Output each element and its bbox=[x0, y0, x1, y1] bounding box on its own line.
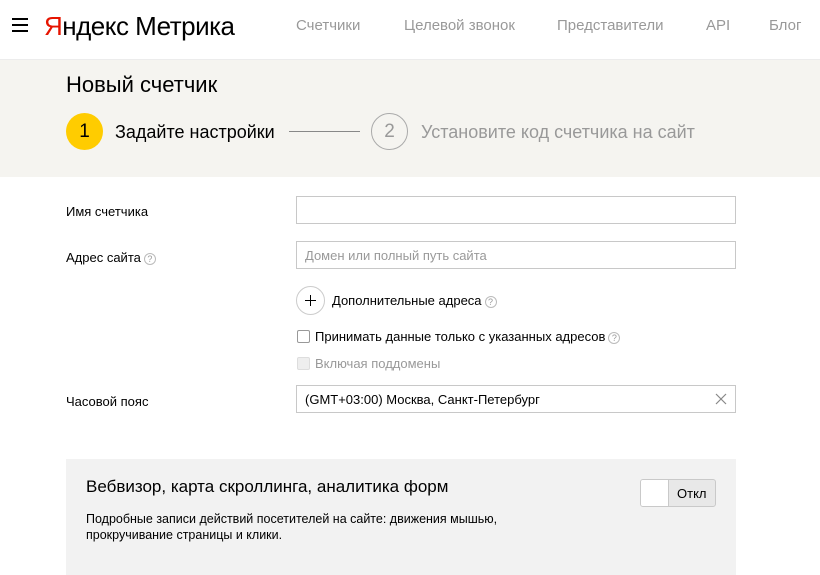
nav-blog[interactable]: Блог bbox=[769, 17, 801, 34]
only-specified-label[interactable]: Принимать данные только с указанных адре… bbox=[315, 329, 621, 344]
step-2-badge: 2 bbox=[371, 113, 408, 150]
toggle-knob bbox=[641, 480, 669, 506]
counter-name-input[interactable] bbox=[296, 196, 736, 224]
help-icon[interactable]: ? bbox=[484, 295, 497, 308]
timezone-select[interactable]: (GMT+03:00) Москва, Санкт-Петербург bbox=[296, 385, 736, 413]
help-icon[interactable]: ? bbox=[143, 252, 156, 265]
yandex-metrika-logo[interactable]: Яндекс Метрика bbox=[44, 11, 235, 41]
webvisor-toggle-label: Откл bbox=[677, 486, 707, 501]
webvisor-card: Вебвизор, карта скроллинга, аналитика фо… bbox=[66, 459, 736, 575]
only-specified-checkbox[interactable] bbox=[297, 330, 310, 343]
nav-target-call[interactable]: Целевой звонок bbox=[404, 17, 515, 34]
timezone-label: Часовой пояс bbox=[66, 394, 149, 409]
add-address-button[interactable] bbox=[296, 286, 325, 315]
nav-api[interactable]: API bbox=[706, 17, 730, 34]
logo-letter-ya: Я bbox=[44, 11, 63, 41]
step-connector bbox=[289, 131, 360, 132]
logo-product-name: Метрика bbox=[135, 11, 235, 41]
counter-name-label: Имя счетчика bbox=[66, 204, 149, 219]
only-specified-label-text: Принимать данные только с указанных адре… bbox=[315, 329, 606, 344]
logo-yandex-rest: ндекс bbox=[62, 11, 129, 41]
extra-addresses-label: Дополнительные адреса bbox=[332, 293, 482, 308]
page-title: Новый счетчик bbox=[66, 72, 218, 97]
site-address-label-text: Адрес сайта bbox=[66, 250, 141, 265]
include-subdomains-checkbox[interactable] bbox=[297, 357, 310, 370]
clear-icon[interactable] bbox=[715, 393, 727, 405]
nav-counters[interactable]: Счетчики bbox=[296, 17, 360, 34]
extra-addresses-link[interactable]: Дополнительные адреса? bbox=[332, 293, 497, 308]
top-header: Яндекс Метрика Счетчики Целевой звонок П… bbox=[0, 0, 820, 60]
menu-icon[interactable] bbox=[12, 18, 28, 32]
step-1-badge: 1 bbox=[66, 113, 103, 150]
help-icon[interactable]: ? bbox=[608, 331, 621, 344]
site-address-input[interactable] bbox=[296, 241, 736, 269]
step-2-label: Установите код счетчика на сайт bbox=[421, 122, 695, 142]
timezone-value: (GMT+03:00) Москва, Санкт-Петербург bbox=[305, 392, 540, 407]
nav-representatives[interactable]: Представители bbox=[557, 17, 663, 34]
site-address-label: Адрес сайта? bbox=[66, 250, 156, 265]
webvisor-toggle[interactable]: Откл bbox=[640, 479, 716, 507]
step-1-label: Задайте настройки bbox=[115, 122, 275, 142]
webvisor-title: Вебвизор, карта скроллинга, аналитика фо… bbox=[86, 477, 449, 496]
include-subdomains-label: Включая поддомены bbox=[315, 356, 441, 371]
webvisor-description: Подробные записи действий посетителей на… bbox=[86, 512, 498, 542]
